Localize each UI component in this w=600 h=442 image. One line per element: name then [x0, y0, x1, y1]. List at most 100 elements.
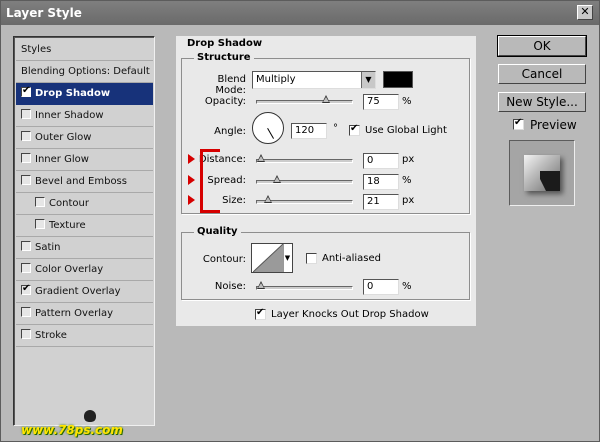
contour-curve-icon [253, 244, 283, 272]
styles-list-header[interactable]: Styles [16, 39, 153, 61]
angle-field[interactable]: 120 [291, 123, 327, 139]
styles-list-item[interactable]: ✔ Drop Shadow [16, 83, 153, 105]
opacity-field[interactable]: 75 [363, 94, 399, 110]
spread-field[interactable]: 18 [363, 174, 399, 190]
style-checkbox[interactable] [21, 153, 31, 163]
style-checkbox[interactable] [21, 131, 31, 141]
blend-mode-value: Multiply [256, 74, 296, 85]
noise-slider-thumb[interactable] [257, 281, 265, 289]
knockout-checkbox[interactable]: ✔ [255, 307, 266, 320]
style-checkbox[interactable]: ✔ [21, 85, 31, 97]
panel-title: Drop Shadow [184, 38, 266, 49]
new-style-button[interactable]: New Style... [498, 92, 586, 112]
anti-aliased-checkbox[interactable] [306, 253, 317, 264]
preview-thumbnail [509, 140, 575, 206]
styles-list-item[interactable]: Color Overlay [16, 259, 153, 281]
mouse-logo-icon [84, 410, 96, 422]
style-label: Contour [49, 198, 89, 209]
spread-unit: % [402, 175, 412, 186]
check-icon: ✔ [514, 117, 523, 128]
annotation-arrow-icon [188, 175, 195, 185]
chevron-down-icon[interactable]: ▼ [361, 72, 375, 88]
angle-label: Angle: [214, 126, 246, 137]
size-label: Size: [222, 195, 246, 206]
styles-list-item[interactable]: Contour [16, 193, 153, 215]
preview-swatch [524, 155, 560, 191]
styles-list-item[interactable]: ✔ Gradient Overlay [16, 281, 153, 303]
opacity-slider[interactable] [256, 95, 353, 104]
blend-mode-select[interactable]: Multiply ▼ [252, 71, 376, 89]
drop-shadow-panel: Drop Shadow Structure Blend Mode: Multip… [176, 36, 476, 326]
check-icon: ✔ [350, 123, 359, 134]
style-label: Inner Glow [35, 154, 89, 165]
style-label: Stroke [35, 330, 67, 341]
blend-mode-label: Blend Mode: [215, 74, 246, 96]
style-checkbox[interactable] [35, 219, 45, 229]
annotation-bracket-bottom [200, 210, 220, 213]
cancel-button[interactable]: Cancel [498, 64, 586, 84]
styles-list-item[interactable]: Blending Options: Default [16, 61, 153, 83]
distance-slider[interactable] [256, 154, 353, 163]
opacity-slider-thumb[interactable] [322, 95, 331, 103]
styles-list-item[interactable]: Inner Shadow [16, 105, 153, 127]
check-icon: ✔ [22, 85, 31, 96]
structure-title: Structure [194, 52, 254, 63]
ok-button[interactable]: OK [497, 35, 587, 57]
style-checkbox[interactable] [21, 329, 31, 339]
preview-label: Preview [530, 118, 577, 132]
angle-dial-needle [267, 128, 274, 139]
style-checkbox[interactable]: ✔ [21, 283, 31, 295]
styles-list-item[interactable]: Stroke [16, 325, 153, 347]
distance-slider-thumb[interactable] [257, 154, 265, 162]
styles-list-item[interactable]: Bevel and Emboss [16, 171, 153, 193]
angle-dial[interactable] [252, 112, 284, 144]
styles-list-item[interactable]: Inner Glow [16, 149, 153, 171]
size-unit: px [402, 195, 415, 206]
styles-list-item[interactable]: Pattern Overlay [16, 303, 153, 325]
knockout-label: Layer Knocks Out Drop Shadow [271, 309, 429, 320]
size-field[interactable]: 21 [363, 194, 399, 210]
styles-list-item[interactable]: Outer Glow [16, 127, 153, 149]
check-icon: ✔ [22, 283, 31, 294]
anti-aliased-label: Anti-aliased [322, 253, 382, 264]
styles-list-item[interactable]: Texture [16, 215, 153, 237]
title-bar[interactable]: Layer Style ✕ [1, 1, 599, 25]
style-checkbox[interactable] [35, 197, 45, 207]
style-label: Color Overlay [35, 264, 104, 275]
chevron-down-icon[interactable]: ▼ [283, 244, 291, 272]
style-checkbox[interactable] [21, 241, 31, 251]
annotation-bracket-top [200, 149, 220, 152]
style-label: Satin [35, 242, 61, 253]
size-slider[interactable] [256, 195, 353, 204]
use-global-light-label: Use Global Light [365, 125, 447, 136]
spread-slider[interactable] [256, 175, 353, 184]
style-checkbox[interactable] [21, 263, 31, 273]
spread-slider-thumb[interactable] [272, 175, 281, 183]
noise-slider[interactable] [256, 281, 353, 290]
style-label: Inner Shadow [35, 110, 104, 121]
contour-picker[interactable]: ▼ [251, 243, 293, 273]
use-global-light-checkbox[interactable]: ✔ [349, 123, 360, 136]
style-checkbox[interactable] [21, 307, 31, 317]
style-checkbox[interactable] [21, 109, 31, 119]
preview-corner [540, 171, 560, 191]
style-label: Texture [49, 220, 86, 231]
noise-field[interactable]: 0 [363, 279, 399, 295]
style-label: Outer Glow [35, 132, 92, 143]
layer-style-dialog: Layer Style ✕ Styles Blending Options: D… [0, 0, 600, 442]
close-icon[interactable]: ✕ [577, 5, 593, 20]
style-checkbox[interactable] [21, 175, 31, 185]
styles-list: Styles Blending Options: Default ✔ Drop Sh… [13, 36, 155, 426]
preview-checkbox[interactable]: ✔ [513, 117, 524, 130]
noise-label: Noise: [214, 281, 246, 292]
shadow-color-swatch[interactable] [383, 71, 413, 88]
size-slider-thumb[interactable] [263, 195, 272, 203]
styles-header-label: Styles [21, 44, 52, 55]
style-label: Bevel and Emboss [35, 176, 127, 187]
style-label: Drop Shadow [35, 88, 111, 99]
distance-field[interactable]: 0 [363, 153, 399, 169]
style-label: Pattern Overlay [35, 308, 114, 319]
distance-unit: px [402, 154, 415, 165]
styles-list-item[interactable]: Satin [16, 237, 153, 259]
quality-title: Quality [194, 226, 241, 237]
